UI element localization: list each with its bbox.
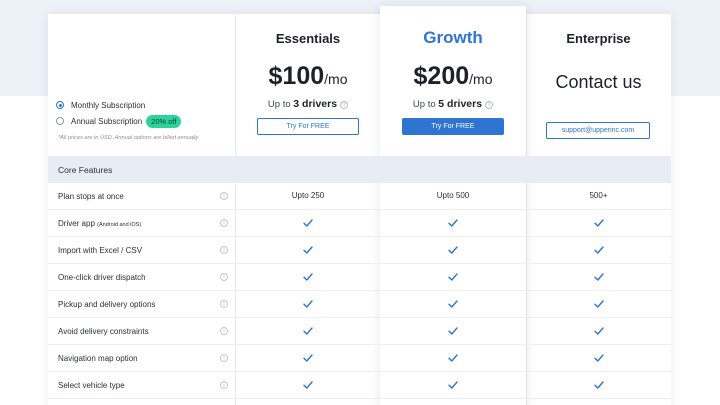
check-icon [380,353,526,365]
billing-period-selector: Monthly Subscription Annual Subscription… [56,97,226,129]
check-icon [236,299,380,311]
info-icon[interactable]: i [220,327,228,335]
check-icon [526,245,671,257]
plan-price: $200/mo [413,62,493,90]
check-icon [380,272,526,284]
info-icon[interactable]: i [220,300,228,308]
info-icon[interactable]: i [485,101,494,109]
info-icon[interactable]: i [340,101,349,109]
check-icon [380,380,526,392]
feature-row: Navigation map option i [48,345,671,372]
try-free-button-essentials[interactable]: Try For FREE [257,118,359,135]
check-icon [236,326,380,338]
contact-email-button[interactable]: support@upperinc.com [546,122,650,139]
feature-row: Driver app (Android and iOS) i [48,210,671,237]
feature-label: Plan stops at once [58,192,124,201]
discount-badge: 20% off [146,114,182,128]
check-icon [380,299,526,311]
plan-price: $100/mo [268,62,348,90]
feature-label: Avoid delivery constraints [58,327,149,336]
feature-row: Select vehicle type i [48,372,671,399]
feature-value: 500+ [589,191,608,200]
feature-label: Import with Excel / CSV [58,246,143,255]
plan-essentials: Essentials $100/mo Up to 3 drivers i Try … [236,14,380,156]
plan-growth: Growth $200/mo Up to 5 drivers i Try For … [380,14,526,156]
check-icon [380,245,526,257]
check-icon [380,218,526,230]
feature-label: Pickup and delivery options [58,300,156,309]
feature-row: Import with Excel / CSV i [48,237,671,264]
feature-row: One-click driver dispatch i [48,264,671,291]
pricing-note: *All prices are in USD. Annual options a… [58,135,199,141]
plan-name: Growth [423,28,483,47]
info-icon[interactable]: i [220,219,228,227]
check-icon [526,353,671,365]
feature-label: Select vehicle type [58,381,125,390]
feature-value: Upto 250 [291,191,325,200]
check-icon [526,326,671,338]
check-icon [236,245,380,257]
plan-name: Essentials [275,31,341,46]
plan-enterprise: Enterprise Contact us support@upperinc.c… [526,14,671,156]
annual-label: Annual Subscription [71,116,143,126]
feature-label: One-click driver dispatch [58,273,146,282]
monthly-label: Monthly Subscription [71,100,146,110]
feature-label: Driver app (Android and iOS) [58,219,142,228]
annual-option[interactable]: Annual Subscription 20% off [56,113,226,129]
check-icon [526,299,671,311]
feature-row: Plan stops at once i Upto 250 Upto 500 500+ [48,183,671,210]
check-icon [236,353,380,365]
monthly-option[interactable]: Monthly Subscription [56,97,226,113]
monthly-radio[interactable] [56,101,64,109]
check-icon [526,272,671,284]
annual-radio[interactable] [56,117,64,125]
feature-label: Navigation map option [58,354,138,363]
info-icon[interactable]: i [220,273,228,281]
info-icon[interactable]: i [220,354,228,362]
driver-limit: Up to 5 drivers i [380,98,526,110]
plan-price: Contact us [555,72,642,92]
section-header-core-features: Core Features [48,156,671,183]
check-icon [236,272,380,284]
check-icon [380,326,526,338]
check-icon [526,380,671,392]
feature-value: Upto 500 [436,191,470,200]
section-title: Core Features [58,165,113,175]
check-icon [526,218,671,230]
info-icon[interactable]: i [220,192,228,200]
feature-row: Pickup and delivery options i [48,291,671,318]
info-icon[interactable]: i [220,381,228,389]
try-free-button-growth[interactable]: Try For FREE [402,118,504,135]
check-icon [236,218,380,230]
feature-row: Avoid delivery constraints i [48,318,671,345]
driver-limit: Up to 3 drivers i [236,98,380,110]
plan-name: Enterprise [566,31,631,46]
info-icon[interactable]: i [220,246,228,254]
check-icon [236,380,380,392]
